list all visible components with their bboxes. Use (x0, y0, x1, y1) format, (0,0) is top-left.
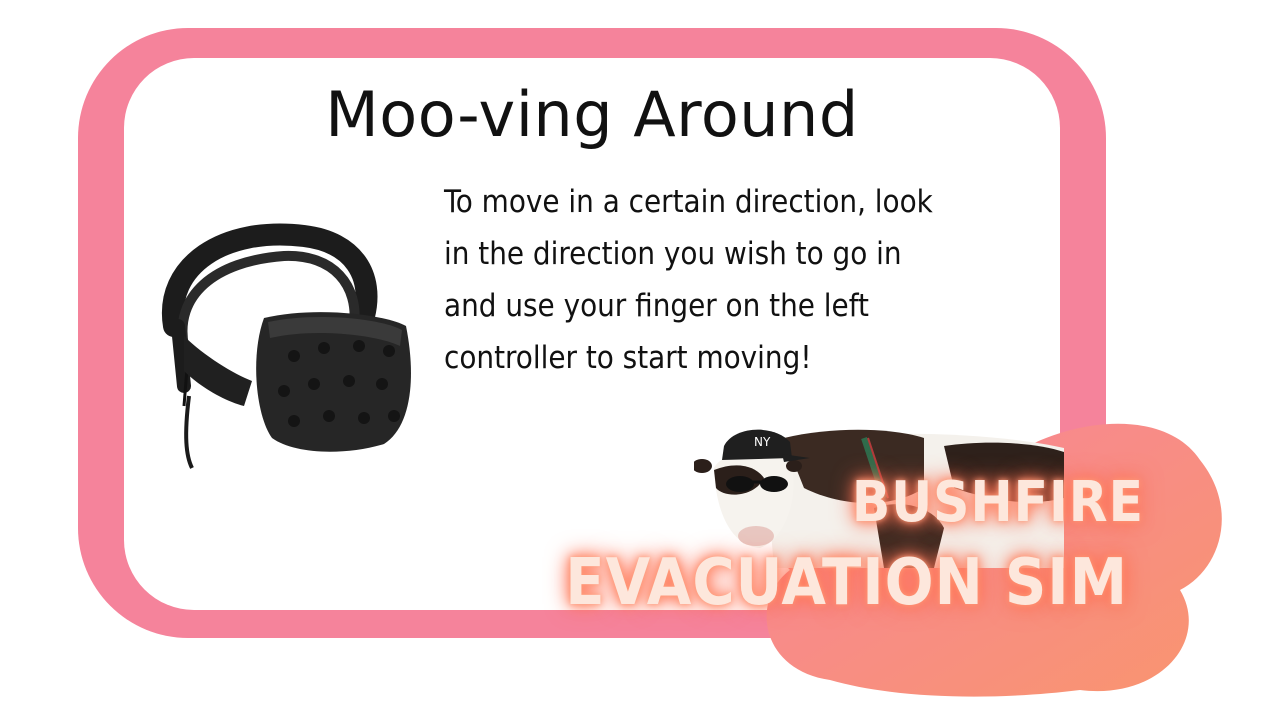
cap-logo-text: NY (754, 435, 771, 449)
logo-title-line1: BUSHFIRE (851, 470, 1144, 535)
logo-title-line2: EVACUATION SIM (565, 546, 1128, 620)
instruction-text: To move in a certain direction, look in … (444, 184, 933, 376)
vr-headset-image (161, 223, 411, 469)
slide-title: Moo-ving Around (325, 78, 859, 151)
